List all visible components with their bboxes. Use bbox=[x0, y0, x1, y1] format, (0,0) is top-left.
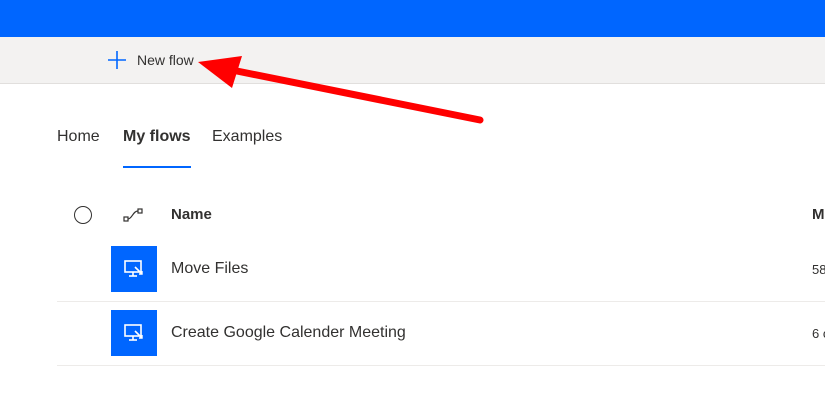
flow-connector-icon bbox=[123, 208, 143, 222]
tab-examples[interactable]: Examples bbox=[212, 124, 282, 168]
power-automate-page: New flow Home My flows Examples Name M M… bbox=[0, 0, 825, 413]
flow-name-link[interactable]: Move Files bbox=[171, 260, 248, 278]
tab-home[interactable]: Home bbox=[57, 124, 100, 168]
command-bar: New flow bbox=[0, 37, 825, 84]
column-header-modified[interactable]: M bbox=[812, 206, 825, 223]
new-flow-label: New flow bbox=[137, 52, 194, 68]
table-header-row: Name M bbox=[57, 195, 825, 237]
column-header-name[interactable]: Name bbox=[171, 206, 212, 223]
tab-my-flows[interactable]: My flows bbox=[123, 124, 191, 168]
desktop-flow-icon bbox=[111, 310, 157, 356]
flow-modified-value: 58 bbox=[812, 262, 825, 277]
top-header-bar bbox=[0, 0, 825, 37]
flow-name-link[interactable]: Create Google Calender Meeting bbox=[171, 324, 406, 342]
table-row[interactable]: Move Files 58 bbox=[57, 237, 825, 302]
plus-icon bbox=[108, 51, 126, 69]
table-row[interactable]: Create Google Calender Meeting 6 c bbox=[57, 301, 825, 366]
flow-modified-value: 6 c bbox=[812, 326, 825, 341]
select-all-checkbox[interactable] bbox=[74, 206, 92, 224]
new-flow-button[interactable]: New flow bbox=[104, 47, 194, 73]
desktop-flow-icon bbox=[111, 246, 157, 292]
